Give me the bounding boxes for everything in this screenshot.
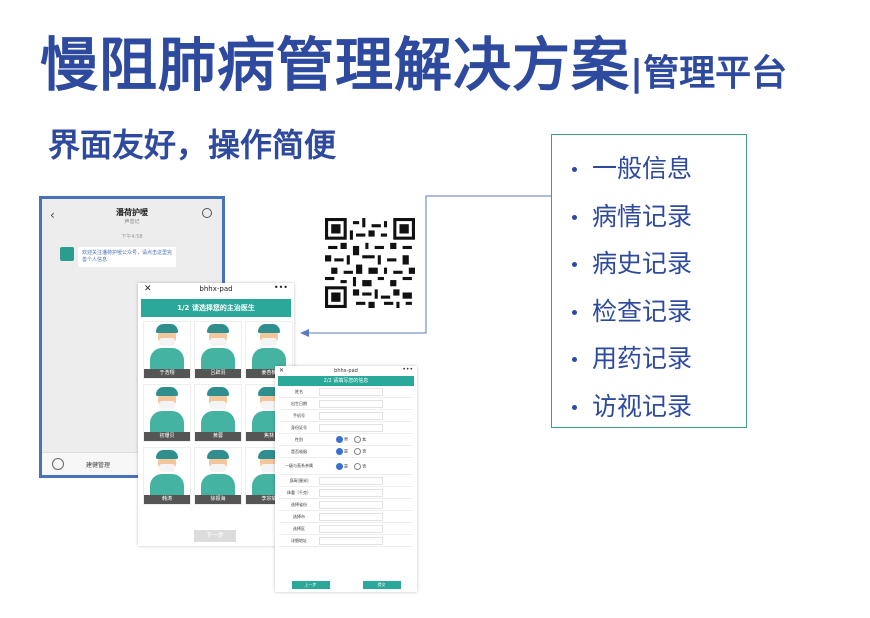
field-label: 选择市: [293, 513, 305, 519]
city-select[interactable]: [319, 512, 383, 521]
height-field[interactable]: [319, 476, 383, 485]
next-button[interactable]: 下一步: [194, 530, 236, 542]
form-row: 身份证号: [279, 422, 413, 434]
field-label: 选择省份: [291, 501, 307, 507]
form-row: 详细地址: [279, 535, 413, 547]
window-bar: ✕ bhhx-pad •••: [275, 366, 417, 376]
district-select[interactable]: [319, 524, 383, 533]
field-label: 性别: [295, 436, 303, 442]
slide-subtitle: 界面友好，操作简便: [48, 126, 337, 164]
account-name: 潘荷护嗳: [116, 208, 148, 217]
doctor-select-screen: ✕ bhhx-pad ••• 1/2 请选择您的主治医生 于浩翔 吕辟羽 姜杏楠…: [138, 283, 294, 546]
doctor-name: 吕辟羽: [195, 369, 241, 378]
field-label: 体重（千克）: [287, 489, 311, 495]
name-field[interactable]: [319, 387, 383, 396]
radio-button[interactable]: [354, 462, 361, 470]
doctor-grid: 于浩翔 吕辟羽 姜杏楠 初珊贝 黄蓉 焦林 韩涛 徐振海 李宗璐: [138, 317, 294, 505]
field-label: 姓名: [295, 388, 303, 394]
feature-item: 检查记录: [562, 288, 746, 336]
doctor-card[interactable]: 吕辟羽: [194, 321, 242, 379]
field-label: 手机号: [293, 412, 305, 418]
form-row: 选择省份: [279, 499, 413, 511]
form-row: 出生日期: [279, 398, 413, 410]
radio-button[interactable]: [335, 462, 343, 470]
province-select[interactable]: [319, 500, 383, 509]
doctor-name: 于浩翔: [144, 369, 190, 378]
radio-label: 男: [344, 436, 348, 442]
radio-label: 是: [344, 463, 348, 468]
radio-button[interactable]: [354, 436, 361, 443]
feature-item: 用药记录: [562, 335, 746, 383]
form-row: 体重（千克）: [279, 487, 413, 499]
more-icon[interactable]: •••: [402, 366, 413, 373]
field-label: 出生日期: [291, 400, 307, 406]
field-label: 身份证号: [291, 424, 307, 430]
doctor-name: 徐振海: [195, 495, 241, 504]
form-row: 手机号: [279, 410, 413, 422]
radio-label: 是: [344, 448, 348, 454]
message-time: 下午4:58: [121, 234, 143, 240]
message-bubble[interactable]: 欢迎关注潘荷护嗳公众号，请点击这里完善个人信息: [78, 247, 176, 267]
doctor-card[interactable]: 韩涛: [143, 447, 191, 505]
chat-message: 欢迎关注潘荷护嗳公众号，请点击这里完善个人信息: [60, 247, 176, 267]
field-label: 身高(厘米): [289, 477, 309, 483]
form-buttons: 上一步 提交: [275, 581, 417, 589]
doctor-name: 韩涛: [144, 495, 190, 504]
account-tag: 声音记: [124, 219, 140, 225]
step-banner: 2/2 请填写您的信息: [278, 376, 414, 386]
doctor-name: 黄蓉: [195, 432, 241, 441]
window-title: bhhx-pad: [334, 368, 358, 374]
radio-button[interactable]: [354, 448, 361, 455]
birthdate-field[interactable]: [319, 399, 383, 408]
chat-header: ‹ 潘荷护嗳 声音记: [42, 199, 222, 231]
feature-item: 一般信息: [562, 145, 746, 193]
keyboard-icon[interactable]: [52, 458, 64, 470]
feature-item: 病情记录: [562, 193, 746, 241]
form-row: 身高(厘米): [279, 475, 413, 487]
connector-arrow: [300, 195, 551, 337]
id-number-field[interactable]: [319, 423, 383, 432]
form-row: 是否吸烟 是 否: [279, 446, 413, 458]
step-banner: 1/2 请选择您的主治医生: [141, 299, 291, 317]
doctor-card[interactable]: 初珊贝: [143, 384, 191, 442]
doctor-card[interactable]: 徐振海: [194, 447, 242, 505]
window-bar: ✕ bhhx-pad •••: [138, 283, 294, 297]
form-row: 选择区: [279, 523, 413, 535]
field-label: 详细地址: [291, 537, 307, 543]
radio-button[interactable]: [335, 448, 343, 455]
slide-title: 慢阻肺病管理解决方案|管理平台: [40, 18, 787, 102]
doctor-card[interactable]: 于浩翔: [143, 321, 191, 379]
window-title: bhhx-pad: [199, 285, 233, 293]
feature-list: 一般信息 病情记录 病史记录 检查记录 用药记录 访视记录: [551, 134, 747, 428]
field-label: 是否吸烟: [291, 448, 307, 454]
feature-item: 病史记录: [562, 240, 746, 288]
doctor-card[interactable]: 黄蓉: [194, 384, 242, 442]
patient-form-screen: ✕ bhhx-pad ••• 2/2 请填写您的信息 姓名 出生日期 手机号 身…: [275, 366, 417, 592]
weight-field[interactable]: [319, 488, 383, 497]
field-label: 一级与直系亲属: [285, 463, 313, 468]
phone-field[interactable]: [319, 411, 383, 420]
prev-button[interactable]: 上一步: [291, 581, 330, 589]
address-field[interactable]: [319, 536, 383, 545]
avatar: [60, 247, 74, 261]
user-profile-icon[interactable]: [202, 208, 212, 218]
field-label: 选择区: [293, 525, 305, 531]
radio-label: 否: [362, 448, 367, 454]
slide-title-main: 慢阻肺病管理解决方案: [40, 31, 631, 99]
submit-button[interactable]: 提交: [362, 581, 401, 589]
slide-title-suffix: |管理平台: [630, 53, 788, 94]
radio-button[interactable]: [335, 436, 343, 443]
doctor-name: 初珊贝: [144, 432, 190, 441]
form-row: 一级与直系亲属 是 否: [279, 458, 413, 475]
feature-item: 访视记录: [562, 383, 746, 431]
more-icon[interactable]: •••: [274, 283, 288, 292]
radio-label: 否: [362, 463, 367, 468]
form-row: 选择市: [279, 511, 413, 523]
radio-label: 女: [362, 436, 367, 442]
menu-label[interactable]: 建健管理: [86, 460, 110, 469]
form-row: 姓名: [279, 386, 413, 398]
form-row: 性别 男 女: [279, 434, 413, 446]
